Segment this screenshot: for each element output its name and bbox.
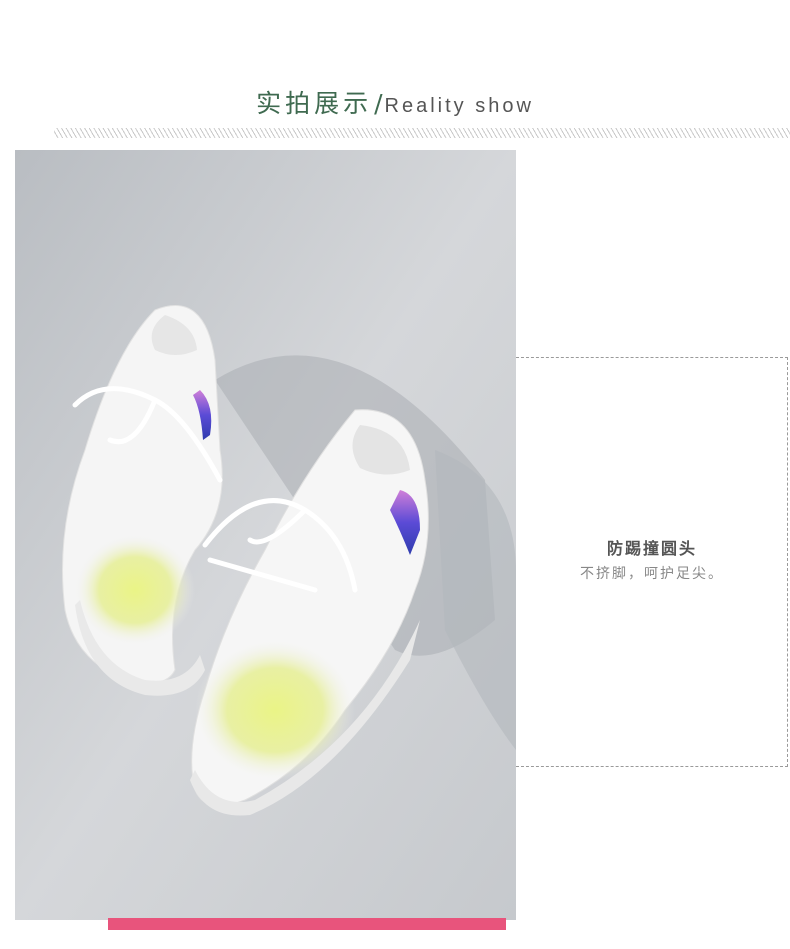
section-header: 实拍展示/Reality show xyxy=(0,84,790,120)
accent-bar xyxy=(108,918,506,930)
sneaker-photo xyxy=(15,150,516,920)
feature-description: 不挤脚，呵护足尖。 xyxy=(580,566,724,582)
feature-title: 防踢撞圆头 xyxy=(606,539,697,558)
section-title-en: Reality show xyxy=(384,95,534,117)
section-title-cn: 实拍展示 xyxy=(256,89,373,118)
hatch-divider xyxy=(54,128,790,138)
sneaker-illustration xyxy=(15,150,516,920)
feature-box xyxy=(516,357,788,767)
title-separator: / xyxy=(374,89,383,118)
